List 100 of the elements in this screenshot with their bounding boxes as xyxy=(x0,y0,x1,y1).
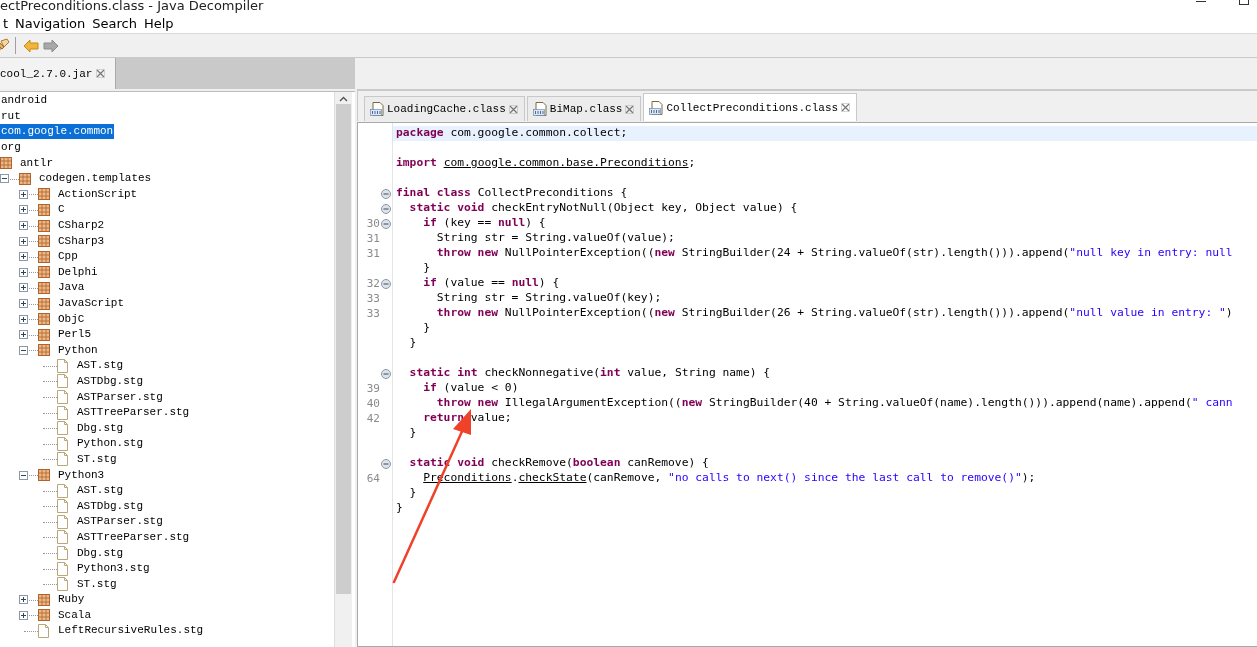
scrollbar-thumb[interactable] xyxy=(336,104,351,594)
expand-icon[interactable] xyxy=(19,595,28,605)
tree-item[interactable]: Python.stg xyxy=(76,436,144,452)
expand-icon[interactable] xyxy=(19,314,28,324)
file-icon xyxy=(57,483,68,498)
expand-icon[interactable] xyxy=(19,189,28,199)
tree-item[interactable]: Python xyxy=(57,342,99,358)
code-link[interactable]: checkState xyxy=(518,471,587,484)
tree-item[interactable]: Cpp xyxy=(57,249,79,265)
back-arrow-icon[interactable] xyxy=(23,38,39,53)
fold-icon[interactable] xyxy=(381,458,391,469)
file-tab[interactable]: cool_2.7.0.jar xyxy=(0,58,117,89)
code-link[interactable]: com.google.common.base.Preconditions xyxy=(443,156,689,169)
file-icon xyxy=(57,546,68,560)
tree-item[interactable]: ST.stg xyxy=(76,451,118,467)
tree-item[interactable]: ASTParser.stg xyxy=(76,389,164,405)
collapse-icon[interactable] xyxy=(19,470,28,480)
line-number: 33 xyxy=(366,307,380,320)
close-icon[interactable] xyxy=(508,104,518,114)
package-icon xyxy=(38,328,50,341)
close-icon[interactable] xyxy=(625,104,635,114)
tree-item[interactable]: CSharp3 xyxy=(57,233,106,249)
fold-icon[interactable] xyxy=(381,278,391,289)
tree-item[interactable]: rut xyxy=(0,108,22,124)
tree-item[interactable]: ASTDbg.stg xyxy=(76,498,144,514)
tree-item[interactable]: Java xyxy=(57,280,86,296)
tree-item[interactable]: Delphi xyxy=(57,264,99,280)
collapse-icon[interactable] xyxy=(0,174,9,184)
tree-item[interactable]: Perl5 xyxy=(57,327,92,343)
close-icon[interactable] xyxy=(96,69,106,78)
file-icon xyxy=(57,514,68,529)
tree-item[interactable]: ST.stg xyxy=(76,576,118,592)
tree-item[interactable]: Ruby xyxy=(57,592,86,608)
code-line: String str = String.valueOf(value); xyxy=(435,231,676,246)
tree-item[interactable]: ASTDbg.stg xyxy=(76,374,144,389)
minimize-icon[interactable] xyxy=(1196,0,1206,4)
editor-tab[interactable]: CollectPreconditions.class xyxy=(643,93,858,121)
tree-item[interactable]: LeftRecursiveRules.stg xyxy=(57,623,205,639)
expand-icon[interactable] xyxy=(19,299,28,308)
tree-item[interactable]: Scala xyxy=(57,607,92,623)
package-icon xyxy=(38,297,50,310)
file-icon xyxy=(57,530,68,545)
scroll-up-icon[interactable] xyxy=(339,96,348,102)
tree-item[interactable]: ActionScript xyxy=(57,186,139,202)
collapse-icon[interactable] xyxy=(19,345,28,355)
tree-item[interactable]: ASTTreeParser.stg xyxy=(76,529,191,545)
expand-icon[interactable] xyxy=(19,205,28,215)
tree-item[interactable]: JavaScript xyxy=(57,296,125,311)
fold-icon[interactable] xyxy=(381,203,391,214)
editor-tab[interactable]: LoadingCache.class xyxy=(364,96,525,121)
tree-item[interactable]: Python3.stg xyxy=(76,561,151,577)
line-number: 42 xyxy=(366,412,380,425)
tree-item[interactable]: CSharp2 xyxy=(57,218,106,234)
maximize-icon[interactable] xyxy=(1239,0,1249,5)
tree-item[interactable]: ObjC xyxy=(57,311,86,327)
expand-icon[interactable] xyxy=(19,221,28,231)
file-icon xyxy=(57,561,68,576)
file-icon xyxy=(57,452,68,467)
editor-tab[interactable]: BiMap.class xyxy=(526,96,642,121)
fold-icon[interactable] xyxy=(381,368,391,379)
tree-item[interactable]: C xyxy=(57,202,66,218)
menu-item[interactable]: Help xyxy=(140,16,178,31)
tree-item[interactable]: ASTParser.stg xyxy=(76,514,164,530)
expand-icon[interactable] xyxy=(19,283,28,293)
fold-icon[interactable] xyxy=(381,188,391,199)
tree-item[interactable]: Python3 xyxy=(57,467,106,483)
expand-icon[interactable] xyxy=(19,330,28,340)
tree-item[interactable]: antlr xyxy=(19,155,54,171)
file-icon xyxy=(57,390,68,405)
tree-item[interactable]: AST.stg xyxy=(76,483,125,499)
code-line: } xyxy=(422,261,431,276)
package-icon xyxy=(19,172,31,185)
code-line: } xyxy=(395,501,404,516)
tree-item[interactable]: ASTTreeParser.stg xyxy=(76,405,191,421)
close-icon[interactable] xyxy=(841,103,851,112)
code-line: throw new NullPointerException((new StringBuilder(26 + String.valueOf(str).length())).append("null value in entry: ") xyxy=(435,306,1234,321)
file-icon xyxy=(57,358,68,373)
tree-item[interactable]: codegen.templates xyxy=(38,171,153,187)
code-line: String str = String.valueOf(key); xyxy=(435,291,663,306)
tree-item[interactable]: AST.stg xyxy=(76,358,125,374)
menu-item[interactable]: t xyxy=(0,16,13,31)
tree-item[interactable]: com.google.common xyxy=(0,124,115,140)
menu-item[interactable]: Search xyxy=(89,16,141,31)
tree-item[interactable]: android xyxy=(0,93,49,109)
code-line: import com.google.common.base.Preconditions; xyxy=(395,156,697,171)
expand-icon[interactable] xyxy=(19,252,28,262)
tree-item[interactable]: org xyxy=(0,140,22,156)
expand-icon[interactable] xyxy=(19,236,28,246)
file-icon xyxy=(57,499,68,514)
menu-item[interactable]: Navigation xyxy=(12,16,90,31)
fold-icon[interactable] xyxy=(381,218,391,229)
class-file-icon xyxy=(370,102,384,116)
expand-icon[interactable] xyxy=(19,267,28,277)
expand-icon[interactable] xyxy=(19,610,28,620)
tree-item[interactable]: Dbg.stg xyxy=(76,420,125,436)
code-line: static void checkEntryNotNull(Object key, Object value) { xyxy=(408,201,799,216)
class-file-icon xyxy=(532,102,547,116)
package-icon xyxy=(38,469,50,482)
tree-item[interactable]: Dbg.stg xyxy=(76,545,125,561)
file-icon xyxy=(57,421,68,436)
